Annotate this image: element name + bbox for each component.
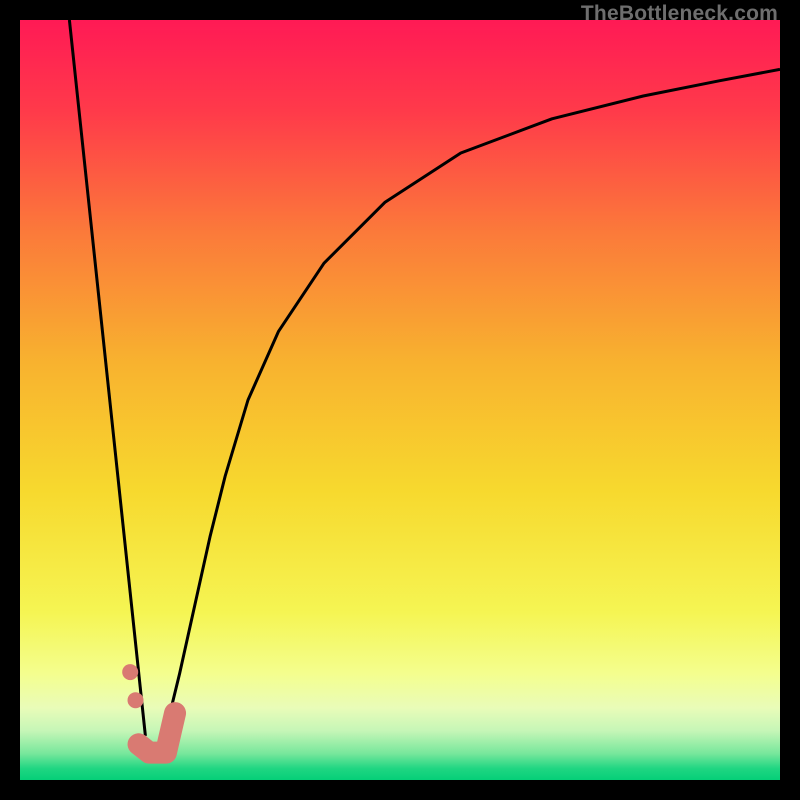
chart-frame: TheBottleneck.com [0, 0, 800, 800]
curve-layer [20, 20, 780, 780]
point-vertex-marker-dots [122, 664, 138, 680]
point-vertex-marker-dots [128, 692, 144, 708]
series-left-branch [69, 20, 145, 736]
watermark-text: TheBottleneck.com [581, 2, 778, 26]
plot-area [20, 20, 780, 780]
series-right-branch [164, 69, 780, 736]
